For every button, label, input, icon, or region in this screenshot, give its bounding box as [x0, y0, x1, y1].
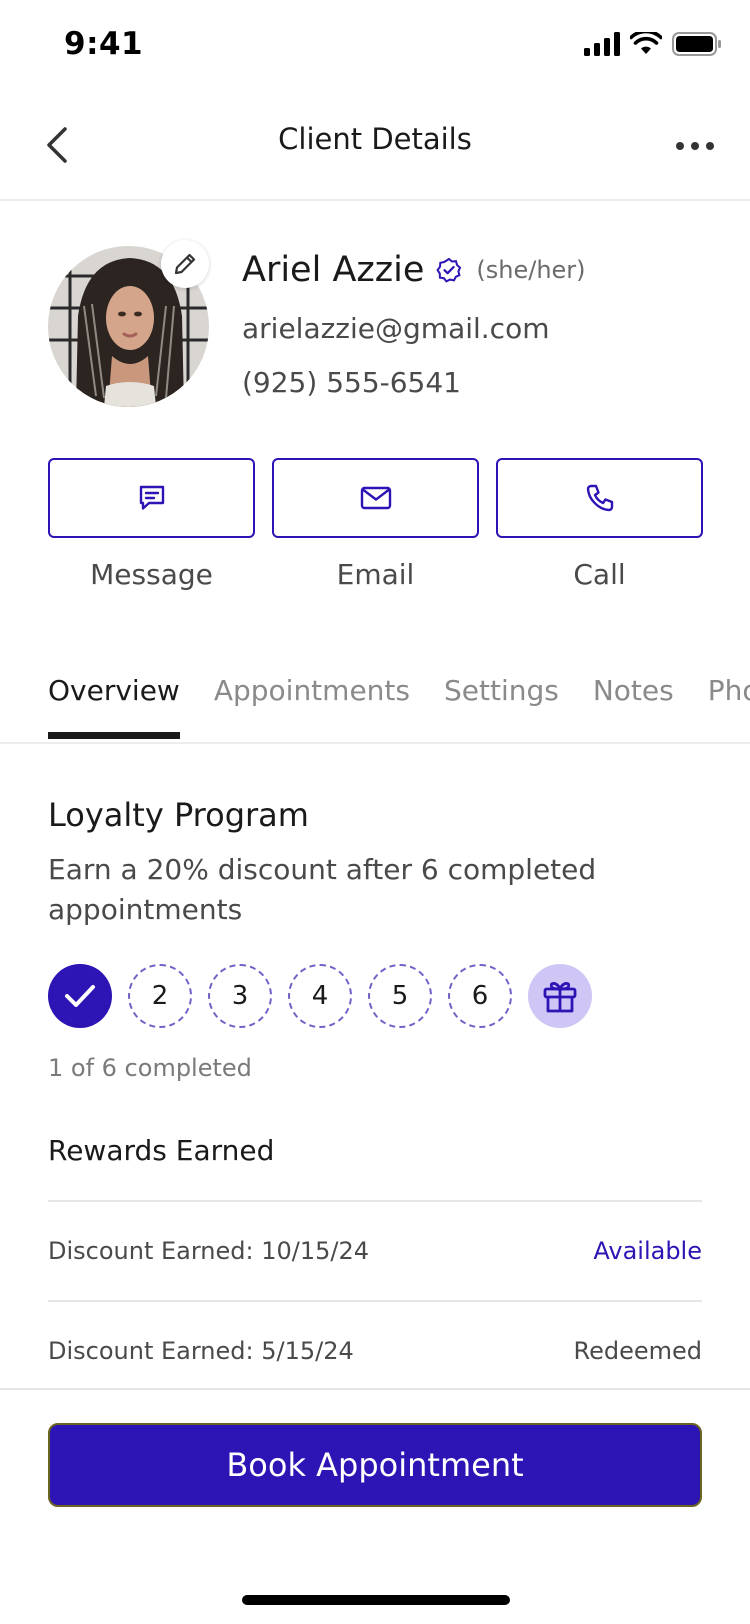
reward-status: Redeemed: [573, 1337, 702, 1365]
tab-notes[interactable]: Notes: [593, 674, 674, 739]
name-row: Ariel Azzie (she/her): [242, 246, 586, 294]
loyalty-description: Earn a 20% discount after 6 completed ap…: [48, 853, 597, 926]
tab-settings[interactable]: Settings: [444, 674, 559, 739]
step-6: 6: [448, 964, 512, 1028]
call-button[interactable]: [496, 458, 703, 538]
message-button[interactable]: [48, 458, 255, 538]
client-profile: Ariel Azzie (she/her) arielazzie@gmail.c…: [48, 240, 708, 416]
client-info: Ariel Azzie (she/her) arielazzie@gmail.c…: [242, 246, 586, 404]
battery-icon: [672, 32, 721, 56]
rewards-list: Discount Earned: 10/15/24 Available Disc…: [48, 1200, 702, 1400]
step-2: 2: [128, 964, 192, 1028]
book-appointment-button[interactable]: Book Appointment: [48, 1423, 702, 1507]
step-5: 5: [368, 964, 432, 1028]
bottom-divider: [0, 1388, 750, 1390]
call-label: Call: [573, 558, 626, 591]
message-label: Message: [90, 558, 213, 591]
tab-appointments[interactable]: Appointments: [214, 674, 410, 739]
rewards-title: Rewards Earned: [48, 1134, 275, 1167]
reward-label: Discount Earned: 10/15/24: [48, 1237, 370, 1265]
signal-icon: [584, 32, 620, 56]
tab-row: Overview Appointments Settings Notes Pho…: [48, 674, 750, 739]
status-bar: 9:41: [0, 0, 750, 92]
tab-bar: Overview Appointments Settings Notes Pho…: [0, 646, 750, 744]
loyalty-title: Loyalty Program: [48, 796, 309, 834]
verified-icon: [436, 257, 462, 283]
email-button[interactable]: [272, 458, 479, 538]
reward-step: [528, 964, 592, 1028]
client-phone[interactable]: (925) 555-6541: [242, 362, 586, 404]
tab-overview[interactable]: Overview: [48, 674, 180, 739]
tab-photos[interactable]: Photos: [708, 674, 750, 739]
step-3: 3: [208, 964, 272, 1028]
status-icons: [584, 32, 722, 56]
client-email[interactable]: arielazzie@gmail.com: [242, 308, 586, 350]
gift-icon: [543, 982, 577, 1013]
loyalty-progress-text: 1 of 6 completed: [48, 1054, 252, 1082]
message-icon: [139, 485, 164, 510]
reward-status: Available: [593, 1237, 702, 1265]
nav-header: Client Details: [0, 92, 750, 201]
reward-label: Discount Earned: 5/15/24: [48, 1337, 354, 1365]
call-action: Call: [496, 458, 703, 591]
check-icon: [65, 985, 95, 1007]
email-action: Email: [272, 458, 479, 591]
step-completed: [48, 964, 112, 1028]
loyalty-steps: 2 3 4 5 6: [48, 964, 592, 1028]
edit-avatar-button[interactable]: [161, 240, 209, 288]
page-title: Client Details: [278, 122, 472, 156]
message-action: Message: [48, 458, 255, 591]
pronouns: (she/her): [476, 256, 586, 284]
email-label: Email: [336, 558, 415, 591]
client-name: Ariel Azzie: [242, 250, 425, 290]
more-options-button[interactable]: [670, 126, 720, 166]
more-icon: [676, 142, 714, 150]
step-4: 4: [288, 964, 352, 1028]
mail-icon: [360, 486, 391, 510]
phone-icon: [586, 484, 613, 512]
wifi-icon: [630, 32, 662, 54]
contact-actions: Message Email Call: [48, 458, 703, 591]
pencil-icon: [174, 253, 196, 275]
reward-row[interactable]: Discount Earned: 5/15/24 Redeemed: [48, 1300, 702, 1400]
reward-row[interactable]: Discount Earned: 10/15/24 Available: [48, 1200, 702, 1300]
status-time: 9:41: [64, 26, 144, 62]
home-indicator: [242, 1595, 510, 1605]
